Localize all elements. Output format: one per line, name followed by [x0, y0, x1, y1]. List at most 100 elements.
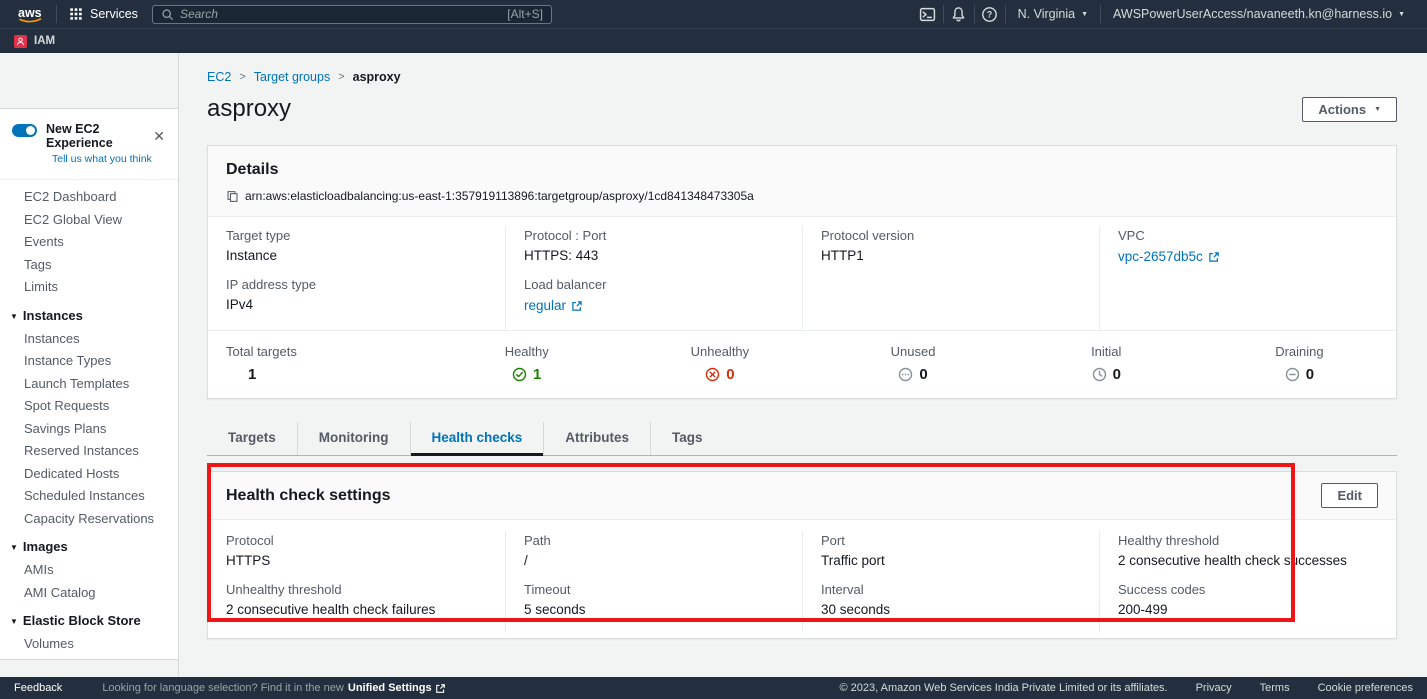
footer: Feedback Looking for language selection?…	[0, 677, 1427, 699]
field-protocol-port: Protocol : Port HTTPS: 443	[524, 228, 784, 264]
top-navigation-bar: aws Services Search [Alt+S]	[0, 0, 1427, 28]
terms-link[interactable]: Terms	[1260, 682, 1290, 694]
sidebar-item-events[interactable]: Events	[0, 231, 178, 254]
svg-text:aws: aws	[18, 6, 42, 20]
sidebar-section-elastic-block-store[interactable]: ▼Elastic Block Store	[0, 604, 178, 633]
counter-unhealthy: Unhealthy 0	[623, 344, 816, 383]
field-success-codes: Success codes 200-499	[1118, 582, 1378, 618]
sidebar-item-scheduled-instances[interactable]: Scheduled Instances	[0, 485, 178, 508]
sidebar-item-dedicated-hosts[interactable]: Dedicated Hosts	[0, 463, 178, 486]
chevron-down-icon: ▼	[1374, 106, 1381, 113]
sidebar-section-images[interactable]: ▼Images	[0, 530, 178, 559]
sidebar-item-spot-requests[interactable]: Spot Requests	[0, 395, 178, 418]
field-load-balancer: Load balancer regular	[524, 277, 784, 315]
chevron-right-icon: >	[239, 71, 245, 83]
privacy-link[interactable]: Privacy	[1196, 682, 1232, 694]
tab-targets[interactable]: Targets	[207, 422, 297, 455]
notifications-bell-icon[interactable]	[944, 0, 974, 28]
health-check-title: Health check settings	[226, 487, 391, 505]
unhealthy-x-icon	[705, 367, 720, 382]
breadcrumb-ec2[interactable]: EC2	[207, 70, 231, 84]
language-selection-note: Looking for language selection? Find it …	[102, 682, 445, 694]
field-vpc: VPC vpc-2657db5c	[1118, 228, 1378, 266]
new-experience-toggle[interactable]	[12, 124, 37, 137]
tab-bar: Targets Monitoring Health checks Attribu…	[207, 422, 1397, 456]
chevron-down-icon: ▼	[1398, 11, 1405, 18]
details-grid: Target type Instance IP address type IPv…	[208, 217, 1396, 330]
close-icon[interactable]: ✕	[153, 129, 165, 143]
sidebar-item-ami-catalog[interactable]: AMI Catalog	[0, 582, 178, 605]
search-input[interactable]: Search [Alt+S]	[152, 5, 552, 24]
sidebar-item-tags[interactable]: Tags	[0, 254, 178, 277]
sidebar-item-instance-types[interactable]: Instance Types	[0, 350, 178, 373]
feedback-link[interactable]: Feedback	[14, 682, 62, 694]
tab-tags[interactable]: Tags	[650, 422, 724, 455]
external-link-icon	[435, 683, 446, 694]
divider	[0, 179, 178, 180]
sidebar-item-capacity-reservations[interactable]: Capacity Reservations	[0, 508, 178, 531]
aws-logo[interactable]: aws	[16, 5, 46, 24]
tab-monitoring[interactable]: Monitoring	[297, 422, 410, 455]
account-menu[interactable]: AWSPowerUserAccess/navaneeth.kn@harness.…	[1101, 7, 1417, 21]
sidebar-item-ec2-dashboard[interactable]: EC2 Dashboard	[0, 186, 178, 209]
breadcrumb: EC2 > Target groups > asproxy	[207, 70, 1397, 84]
sidebar-item-snapshots[interactable]: Snapshots	[0, 656, 178, 661]
field-hc-port: Port Traffic port	[821, 533, 1081, 569]
new-experience-title: New EC2 Experience	[46, 122, 164, 150]
copy-icon[interactable]	[226, 190, 239, 203]
targets-summary: Total targets 1 Healthy 1	[208, 331, 1396, 398]
counter-draining: Draining 0	[1203, 344, 1396, 383]
sidebar-item-instances[interactable]: Instances	[0, 328, 178, 351]
search-placeholder: Search	[180, 7, 501, 21]
sidebar-item-amis[interactable]: AMIs	[0, 559, 178, 582]
services-label: Services	[90, 7, 138, 21]
page-title: asproxy	[207, 95, 291, 123]
field-healthy-threshold: Healthy threshold 2 consecutive health c…	[1118, 533, 1378, 569]
counter-initial: Initial 0	[1010, 344, 1203, 383]
grid-icon	[69, 7, 83, 21]
field-target-type: Target type Instance	[226, 228, 487, 264]
cloudshell-icon[interactable]	[913, 0, 943, 28]
health-check-settings-card: Health check settings Edit Protocol HTTP…	[207, 471, 1397, 639]
sidebar-item-launch-templates[interactable]: Launch Templates	[0, 373, 178, 396]
services-menu-button[interactable]: Services	[57, 7, 150, 21]
external-link-icon	[1208, 251, 1220, 263]
actions-button[interactable]: Actions ▼	[1302, 97, 1397, 122]
region-selector[interactable]: N. Virginia ▼	[1006, 7, 1100, 21]
load-balancer-link[interactable]: regular	[524, 298, 583, 313]
cookie-preferences-link[interactable]: Cookie preferences	[1318, 682, 1413, 694]
favorite-iam-link[interactable]: IAM	[14, 35, 55, 48]
favorite-iam-label: IAM	[34, 35, 55, 47]
chevron-down-icon: ▼	[10, 543, 18, 552]
sidebar-item-reserved-instances[interactable]: Reserved Instances	[0, 440, 178, 463]
tab-attributes[interactable]: Attributes	[543, 422, 650, 455]
sidebar-item-savings-plans[interactable]: Savings Plans	[0, 418, 178, 441]
field-ip-address-type: IP address type IPv4	[226, 277, 487, 313]
field-path: Path /	[524, 533, 784, 569]
search-shortcut: [Alt+S]	[507, 7, 543, 21]
ec2-sidebar: New EC2 Experience Tell us what you thin…	[0, 53, 179, 677]
sidebar-item-limits[interactable]: Limits	[0, 276, 178, 299]
edit-button[interactable]: Edit	[1321, 483, 1378, 508]
health-check-header: Health check settings Edit	[208, 472, 1396, 520]
tab-health-checks[interactable]: Health checks	[410, 422, 544, 455]
sidebar-item-volumes[interactable]: Volumes	[0, 633, 178, 656]
breadcrumb-target-groups[interactable]: Target groups	[254, 70, 330, 84]
new-experience-subtitle[interactable]: Tell us what you think	[52, 153, 164, 165]
sidebar-item-ec2-global-view[interactable]: EC2 Global View	[0, 209, 178, 232]
target-group-arn: arn:aws:elasticloadbalancing:us-east-1:3…	[245, 189, 754, 203]
counter-healthy: Healthy 1	[430, 344, 623, 383]
field-protocol-version: Protocol version HTTP1	[821, 228, 1081, 264]
favorites-bar: IAM	[0, 28, 1427, 53]
account-label: AWSPowerUserAccess/navaneeth.kn@harness.…	[1113, 7, 1392, 21]
sidebar-section-instances[interactable]: ▼Instances	[0, 299, 178, 328]
field-interval: Interval 30 seconds	[821, 582, 1081, 618]
vpc-link[interactable]: vpc-2657db5c	[1118, 249, 1220, 264]
healthy-check-icon	[512, 367, 527, 382]
field-hc-protocol: Protocol HTTPS	[226, 533, 487, 569]
details-title: Details	[226, 161, 1378, 179]
unused-dots-icon	[898, 367, 913, 382]
help-icon[interactable]: ?	[975, 0, 1005, 28]
svg-text:?: ?	[987, 9, 993, 19]
unified-settings-link[interactable]: Unified Settings	[348, 682, 446, 694]
